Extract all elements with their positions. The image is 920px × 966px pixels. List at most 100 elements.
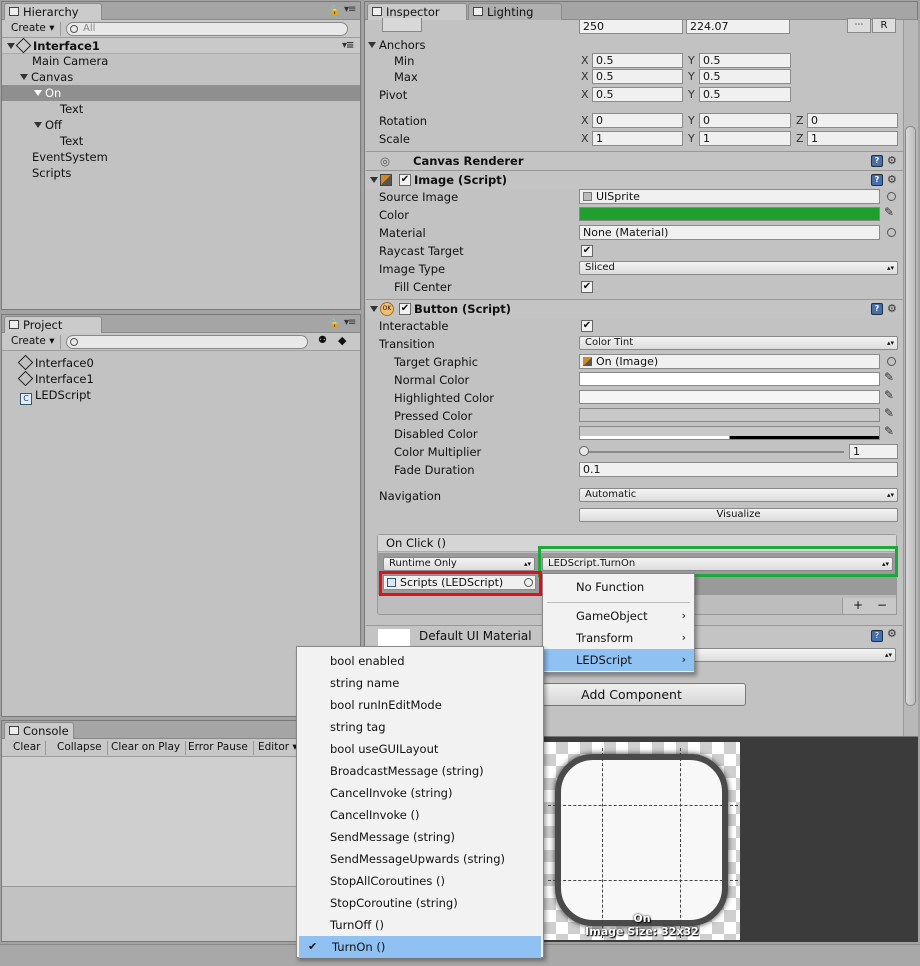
raw-edit-button[interactable]: R — [872, 18, 896, 33]
fill-center-checkbox[interactable]: ✔ — [581, 281, 593, 293]
help-icon[interactable]: ? — [871, 155, 883, 167]
gear-icon[interactable]: ⚙ — [887, 300, 897, 318]
canvas-renderer-header[interactable]: ◎ Canvas Renderer ? ⚙ — [366, 151, 903, 170]
height-field[interactable]: 224.07 — [686, 19, 790, 34]
object-picker-icon[interactable] — [887, 192, 896, 201]
runtime-mode-dropdown[interactable]: Runtime Only ▴▾ — [383, 557, 535, 571]
fade-duration-field[interactable]: 0.1 — [579, 462, 898, 477]
gear-icon[interactable]: ⚙ — [887, 152, 897, 170]
eyedropper-icon[interactable]: ✎ — [884, 406, 894, 420]
method-item-bool-enabled[interactable]: bool enabled — [297, 650, 543, 672]
method-item-sendmessageupwards[interactable]: SendMessageUpwards (string) — [297, 848, 543, 870]
filter-type-icon[interactable]: ⚉ — [318, 335, 327, 346]
inspector-scrollbar-thumb[interactable] — [905, 126, 916, 706]
gear-icon[interactable]: ⚙ — [887, 627, 897, 640]
expand-arrow-icon[interactable] — [34, 122, 42, 128]
menu-item-gameobject[interactable]: GameObject › — [543, 605, 694, 627]
tab-project[interactable]: Project — [4, 316, 102, 333]
panel-menu-icon[interactable]: ▾≡ — [344, 317, 356, 328]
method-item-bool-useguilayout[interactable]: bool useGUILayout — [297, 738, 543, 760]
console-error-pause-button[interactable]: Error Pause — [183, 741, 254, 755]
method-item-cancelinvoke-string[interactable]: CancelInvoke (string) — [297, 782, 543, 804]
button-enabled-checkbox[interactable]: ✔ — [399, 303, 411, 315]
create-button[interactable]: Create ▾ — [6, 335, 61, 349]
project-search-input[interactable] — [66, 335, 308, 349]
remove-listener-button[interactable]: − — [877, 598, 887, 612]
console-collapse-button[interactable]: Collapse — [52, 741, 108, 755]
method-item-turnoff[interactable]: TurnOff () — [297, 914, 543, 936]
color-swatch[interactable] — [579, 207, 880, 221]
tab-hierarchy[interactable]: Hierarchy — [4, 3, 102, 20]
eyedropper-icon[interactable]: ✎ — [884, 205, 894, 219]
expand-arrow-icon[interactable] — [7, 43, 15, 49]
rotation-z-field[interactable]: 0 — [807, 113, 898, 128]
tree-item-on[interactable]: On — [34, 85, 61, 101]
expand-arrow-icon[interactable] — [368, 42, 376, 48]
expand-arrow-icon[interactable] — [370, 177, 378, 183]
create-button[interactable]: Create ▾ — [6, 22, 61, 36]
console-clear-on-play-button[interactable]: Clear on Play — [106, 741, 187, 755]
anchor-preset-icon[interactable] — [382, 18, 422, 32]
eyedropper-icon[interactable]: ✎ — [884, 424, 894, 438]
color-multiplier-field[interactable]: 1 — [849, 444, 898, 459]
menu-item-transform[interactable]: Transform › — [543, 627, 694, 649]
pivot-y-field[interactable]: 0.5 — [699, 87, 791, 102]
material-field[interactable]: None (Material) — [579, 225, 880, 240]
panel-menu-icon[interactable]: ▾≡ — [344, 4, 356, 15]
menu-item-no-function[interactable]: No Function — [543, 576, 694, 598]
method-item-stopallcoroutines[interactable]: StopAllCoroutines () — [297, 870, 543, 892]
eyedropper-icon[interactable]: ✎ — [884, 388, 894, 402]
target-graphic-field[interactable]: On (Image) — [579, 354, 880, 369]
navigation-dropdown[interactable]: Automatic ▴▾ — [579, 488, 898, 502]
tree-item-main-camera[interactable]: Main Camera — [32, 53, 108, 69]
scene-menu-icon[interactable]: ▾≡ — [342, 38, 354, 54]
image-script-header[interactable]: ✔ Image (Script) ? ⚙ — [366, 170, 903, 189]
method-item-string-name[interactable]: string name — [297, 672, 543, 694]
add-listener-button[interactable]: + — [853, 598, 863, 612]
scale-x-field[interactable]: 1 — [592, 131, 683, 146]
image-enabled-checkbox[interactable]: ✔ — [399, 174, 411, 186]
project-item-interface0[interactable]: Interface0 — [17, 354, 94, 371]
object-picker-icon[interactable] — [887, 357, 896, 366]
method-item-stopcoroutine[interactable]: StopCoroutine (string) — [297, 892, 543, 914]
hierarchy-search-input[interactable]: All — [66, 22, 348, 36]
anchor-max-y-field[interactable]: 0.5 — [699, 69, 791, 84]
tree-item-canvas[interactable]: Canvas — [20, 69, 73, 85]
disabled-color-swatch[interactable] — [579, 426, 880, 440]
color-multiplier-slider-handle[interactable] — [579, 446, 589, 456]
scale-y-field[interactable]: 1 — [699, 131, 791, 146]
tree-item-off[interactable]: Off — [34, 117, 62, 133]
expand-arrow-icon[interactable] — [370, 306, 378, 312]
pressed-color-swatch[interactable] — [579, 408, 880, 422]
method-item-string-tag[interactable]: string tag — [297, 716, 543, 738]
help-icon[interactable]: ? — [871, 630, 883, 642]
anchor-min-y-field[interactable]: 0.5 — [699, 53, 791, 68]
menu-item-ledscript[interactable]: LEDScript › — [543, 649, 694, 671]
transition-dropdown[interactable]: Color Tint ▴▾ — [579, 336, 898, 350]
tree-item-on-text[interactable]: Text — [60, 101, 83, 117]
blueprint-mode-button[interactable]: ⋯ — [847, 18, 871, 33]
lock-icon[interactable]: 🔒 — [329, 319, 340, 329]
scale-z-field[interactable]: 1 — [807, 131, 898, 146]
button-script-header[interactable]: OK ✔ Button (Script) ? ⚙ — [366, 299, 903, 318]
help-icon[interactable]: ? — [871, 303, 883, 315]
scene-header[interactable]: Interface1 ▾≡ — [2, 37, 360, 54]
tree-item-scripts[interactable]: Scripts — [32, 165, 71, 181]
method-item-turnon[interactable]: ✔ TurnOn () — [299, 936, 541, 958]
expand-arrow-icon[interactable] — [34, 90, 42, 96]
method-item-bool-runineditmode[interactable]: bool runInEditMode — [297, 694, 543, 716]
eyedropper-icon[interactable]: ✎ — [884, 370, 894, 384]
project-item-ledscript[interactable]: C LEDScript — [20, 387, 91, 405]
rotation-y-field[interactable]: 0 — [699, 113, 791, 128]
rotation-x-field[interactable]: 0 — [592, 113, 683, 128]
tab-lighting[interactable]: Lighting — [468, 3, 562, 20]
add-component-button[interactable]: Add Component — [517, 683, 746, 706]
image-type-dropdown[interactable]: Sliced ▴▾ — [579, 261, 898, 275]
expand-arrow-icon[interactable] — [20, 74, 28, 80]
interactable-checkbox[interactable]: ✔ — [581, 320, 593, 332]
help-icon[interactable]: ? — [871, 174, 883, 186]
object-picker-icon[interactable] — [887, 228, 896, 237]
method-item-cancelinvoke[interactable]: CancelInvoke () — [297, 804, 543, 826]
source-image-field[interactable]: UISprite — [579, 189, 880, 204]
lock-icon[interactable]: 🔒 — [329, 6, 340, 16]
